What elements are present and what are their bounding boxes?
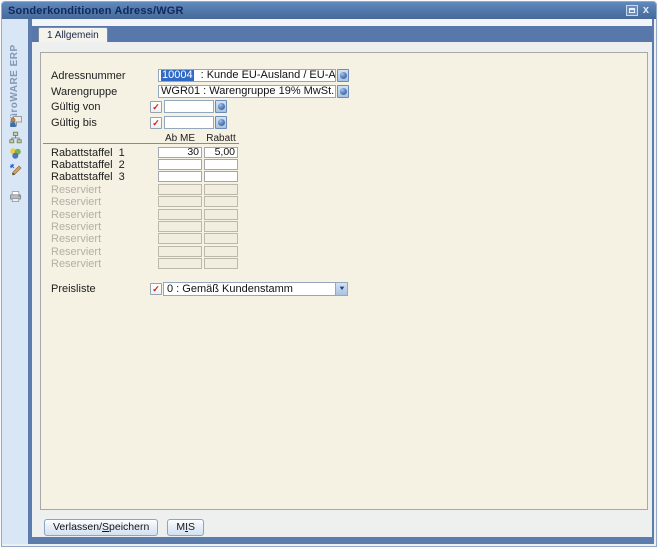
edit-new-icon[interactable] [9, 163, 22, 176]
window: Sonderkonditionen Adress/WGR x BüroWARE … [1, 1, 657, 547]
warengruppe-lookup-button[interactable] [337, 85, 349, 98]
ab-me-input-disabled [158, 209, 202, 220]
lookup-sphere-icon [340, 72, 347, 79]
selected-text: 10004 [161, 69, 194, 81]
restore-icon [629, 8, 635, 13]
gueltig-von-input[interactable] [164, 100, 214, 113]
content-area: 1 Allgemein Adressnummer 10004 : Kunde EU… [32, 19, 652, 537]
reserviert-row: Reserviert [41, 209, 647, 220]
frame-divider-bottom [28, 537, 654, 544]
top-strip [32, 19, 652, 26]
rabatt-input-disabled [204, 196, 238, 207]
adressnummer-label: Adressnummer [51, 70, 126, 82]
warengruppe-row: Warengruppe WGR01 : Warengruppe 19% MwSt… [41, 85, 647, 98]
user-card-icon[interactable] [9, 115, 22, 128]
lookup-sphere-icon [218, 103, 225, 110]
adressnummer-description: : Kunde EU-Ausland / EU-Auslandsstadt [201, 69, 336, 81]
rabatt-input-disabled [204, 184, 238, 195]
preisliste-value: 0 : Gemäß Kundenstamm [164, 283, 335, 295]
reserviert-row: Reserviert [41, 184, 647, 195]
staffel-row: Rabattstaffel 3 [41, 171, 647, 182]
chevron-down-icon: ▼ [338, 286, 346, 292]
rabatt-input-disabled [204, 233, 238, 244]
gueltig-bis-input[interactable] [164, 116, 214, 129]
lookup-sphere-icon [340, 88, 347, 95]
title-bar: Sonderkonditionen Adress/WGR x [2, 2, 656, 19]
tab-allgemein[interactable]: 1 Allgemein [38, 27, 108, 42]
restore-window-button[interactable] [626, 5, 638, 16]
row-label: Reserviert [51, 221, 101, 233]
rabatt-input[interactable] [204, 159, 238, 170]
row-label: Reserviert [51, 184, 101, 196]
rabatt-input-disabled [204, 221, 238, 232]
preisliste-row: Preisliste ✓ 0 : Gemäß Kundenstamm ▼ [41, 282, 647, 295]
verlassen-speichern-button[interactable]: Verlassen/Speichern [44, 519, 158, 536]
rabatt-input[interactable] [204, 171, 238, 182]
gueltig-bis-label: Gültig bis [51, 117, 97, 129]
ab-me-input-disabled [158, 184, 202, 195]
reserviert-row: Reserviert [41, 233, 647, 244]
gueltig-von-label: Gültig von [51, 101, 101, 113]
window-title: Sonderkonditionen Adress/WGR [8, 5, 184, 17]
reserviert-row: Reserviert [41, 258, 647, 269]
org-chart-icon[interactable] [9, 131, 22, 144]
footer-button-bar: Verlassen/Speichern MIS [44, 519, 204, 536]
warengruppe-label: Warengruppe [51, 86, 117, 98]
rabatt-input-disabled [204, 209, 238, 220]
ab-me-input-disabled [158, 196, 202, 207]
print-icon[interactable] [9, 190, 22, 203]
rabatt-input[interactable]: 5,00 [204, 147, 238, 158]
sidebar: BüroWARE ERP [2, 19, 28, 544]
adressnummer-row: Adressnummer 10004 : Kunde EU-Ausland / E… [41, 69, 647, 82]
row-label: Reserviert [51, 209, 101, 221]
reserviert-row: Reserviert [41, 196, 647, 207]
gueltig-bis-lookup-button[interactable] [215, 116, 227, 129]
gueltig-von-checkbox[interactable]: ✓ [150, 101, 162, 113]
adressnummer-input[interactable]: 10004 : Kunde EU-Ausland / EU-Auslandssta… [158, 69, 336, 82]
gueltig-bis-row: Gültig bis ✓ [41, 116, 647, 129]
gueltig-von-lookup-button[interactable] [215, 100, 227, 113]
preisliste-checkbox[interactable]: ✓ [150, 283, 162, 295]
sidebar-toolbar [2, 115, 28, 203]
staffel-row: Rabattstaffel 1 30 5,00 [41, 147, 647, 158]
frame-divider-right [652, 19, 654, 544]
warengruppe-input[interactable]: WGR01 : Warengruppe 19% MwSt. Netto [158, 85, 336, 98]
tab-bar: 1 Allgemein [32, 26, 652, 42]
reserviert-row: Reserviert [41, 221, 647, 232]
ab-me-input[interactable]: 30 [158, 147, 202, 158]
gueltig-bis-checkbox[interactable]: ✓ [150, 117, 162, 129]
preisliste-dropdown[interactable]: 0 : Gemäß Kundenstamm ▼ [163, 282, 348, 296]
rabatt-input-disabled [204, 246, 238, 257]
ab-me-input-disabled [158, 233, 202, 244]
gueltig-von-row: Gültig von ✓ [41, 100, 647, 113]
row-label: Reserviert [51, 196, 101, 208]
adressnummer-lookup-button[interactable] [337, 69, 349, 82]
ab-me-input[interactable] [158, 159, 202, 170]
preisliste-label: Preisliste [51, 283, 96, 295]
header-rule [43, 143, 239, 144]
lookup-sphere-icon [218, 119, 225, 126]
rabatt-input-disabled [204, 258, 238, 269]
row-label: Rabattstaffel 2 [51, 159, 125, 171]
row-label: Reserviert [51, 258, 101, 270]
mis-button[interactable]: MIS [167, 519, 204, 536]
staffel-row: Rabattstaffel 2 [41, 159, 647, 170]
row-label: Rabattstaffel 1 [51, 147, 125, 159]
colors-icon[interactable] [9, 147, 22, 160]
row-label: Reserviert [51, 233, 101, 245]
ab-me-input-disabled [158, 221, 202, 232]
row-label: Rabattstaffel 3 [51, 171, 125, 183]
ab-me-input-disabled [158, 246, 202, 257]
dropdown-button[interactable]: ▼ [335, 283, 347, 295]
reserviert-row: Reserviert [41, 246, 647, 257]
ab-me-input[interactable] [158, 171, 202, 182]
form-panel: Adressnummer 10004 : Kunde EU-Ausland / E… [40, 52, 648, 510]
close-icon[interactable]: x [643, 5, 650, 16]
row-label: Reserviert [51, 246, 101, 258]
ab-me-input-disabled [158, 258, 202, 269]
